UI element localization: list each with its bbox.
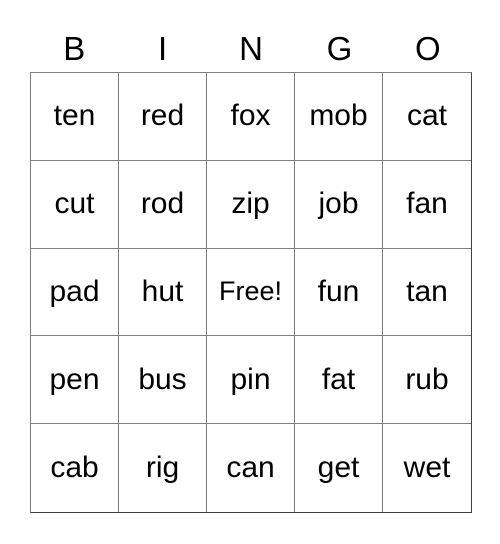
bingo-header-row: B I N G O [30,24,472,72]
bingo-cell[interactable]: rub [383,336,471,425]
bingo-cell-label: pen [49,362,100,396]
bingo-cell-label: hut [141,274,184,308]
bingo-cell-label: bus [138,362,187,396]
bingo-cell[interactable]: ten [31,73,119,161]
bingo-cell-label: rig [145,451,180,485]
bingo-cell[interactable]: pen [31,336,119,425]
bingo-cell-label: can [226,451,275,485]
bingo-card: B I N G O ten red fox mob cat cut rod zi… [0,0,500,544]
bingo-cell-label: fan [406,187,448,221]
bingo-cell-label: rub [405,362,449,396]
bingo-cell[interactable]: get [295,424,383,512]
bingo-cell[interactable]: pad [31,248,119,337]
bingo-header-letter-o: O [414,29,441,67]
bingo-cell-label: rod [140,187,185,221]
bingo-cell-label: tan [406,274,448,308]
bingo-cell[interactable]: bus [119,336,207,425]
bingo-cell-label: job [318,187,359,221]
bingo-cell[interactable]: tan [383,248,471,337]
bingo-cell[interactable]: pin [207,336,295,425]
bingo-free-space-cell[interactable]: Free! [207,248,295,337]
bingo-cell-label: fox [230,99,271,133]
bingo-header-letter-g: G [326,29,353,67]
bingo-cell[interactable]: rod [119,160,207,249]
bingo-cell[interactable]: cut [31,160,119,249]
bingo-cell[interactable]: fat [295,336,383,425]
bingo-header-letter-i: I [158,29,168,67]
bingo-cell-label: fat [321,362,356,396]
bingo-cell-label: wet [403,451,451,485]
bingo-cell-label: pin [230,362,271,396]
bingo-cell[interactable]: cat [383,73,471,161]
bingo-cell[interactable]: job [295,160,383,249]
bingo-cell[interactable]: wet [383,424,471,512]
bingo-cell[interactable]: can [207,424,295,512]
bingo-cell-label: mob [309,99,368,133]
bingo-header-letter-n: N [239,29,263,67]
bingo-cell-label: cat [406,99,448,133]
bingo-cell[interactable]: fun [295,248,383,337]
bingo-cell[interactable]: cab [31,424,119,512]
bingo-cell-label: pad [49,274,100,308]
bingo-free-space-label: Free! [218,276,283,307]
bingo-header-letter-b: B [63,29,86,67]
bingo-cell-label: ten [53,99,96,133]
bingo-cell-label: zip [231,187,270,221]
bingo-cell-label: cut [54,187,95,221]
bingo-cell-label: cab [50,451,99,485]
bingo-cell-label: get [317,451,360,485]
bingo-cell[interactable]: mob [295,73,383,161]
bingo-cell[interactable]: zip [207,160,295,249]
bingo-cell[interactable]: red [119,73,207,161]
bingo-grid: ten red fox mob cat cut rod zip job fan … [30,72,472,513]
bingo-cell-label: red [140,99,185,133]
bingo-cell[interactable]: fan [383,160,471,249]
bingo-cell[interactable]: fox [207,73,295,161]
bingo-cell[interactable]: rig [119,424,207,512]
bingo-cell[interactable]: hut [119,248,207,337]
bingo-cell-label: fun [317,274,360,308]
